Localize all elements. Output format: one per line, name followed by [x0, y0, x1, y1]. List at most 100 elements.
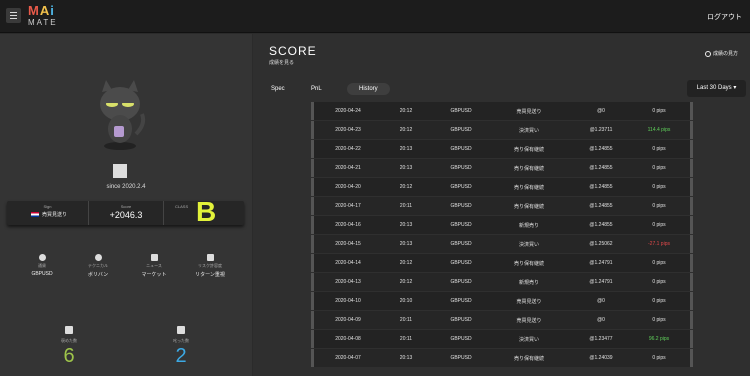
rate-cell: @1.24855	[589, 146, 613, 152]
pair-cell: GBPUSD	[450, 241, 472, 247]
help-link[interactable]: 成績の見方	[704, 50, 738, 57]
tag-currency: 通貨 GBPUSD	[12, 254, 72, 277]
rate-cell: @1.24791	[589, 279, 613, 285]
pips-cell: 0 pips	[652, 184, 666, 190]
logout-button[interactable]: ログアウト	[707, 12, 742, 22]
pair-cell: GBPUSD	[450, 260, 472, 266]
date-cell: 2020-04-24	[335, 108, 361, 114]
user-name-redacted	[113, 164, 127, 178]
table-row[interactable]: 2020-04-07 20:13 GBPUSD 売り保有継続 @1.24039 0 pip…	[311, 349, 693, 367]
table-row[interactable]: 2020-04-08 20:11 GBPUSD 決済買い @1.23477 96.2 pi…	[311, 330, 693, 348]
caret-down-icon: ▾	[733, 85, 737, 91]
table-row[interactable]: 2020-04-13 20:12 GBPUSD 新規売り @1.24791 0 pips	[311, 273, 693, 291]
time-cell: 20:12	[399, 108, 413, 114]
rate-cell: @1.25062	[589, 241, 613, 247]
tab-bar: Spec PnL History	[271, 83, 390, 95]
pair-cell: GBPUSD	[450, 203, 472, 209]
cat-avatar-icon	[100, 80, 146, 150]
app-root: MAi MATE ログアウト since 2020.2.4 Sign 売買見送り…	[0, 0, 750, 376]
tag-news: ニュース マーケット	[124, 254, 184, 278]
action-cell: 決済買い	[518, 337, 539, 343]
pair-cell: GBPUSD	[450, 279, 472, 285]
logo-main: MAi	[28, 3, 55, 18]
pips-cell: 0 pips	[652, 260, 666, 266]
rate-cell: @1.24855	[589, 203, 613, 209]
rate-cell: @1.23711	[589, 127, 613, 133]
action-cell: 売買見送り	[516, 318, 542, 324]
pair-cell: GBPUSD	[450, 298, 472, 304]
date-cell: 2020-04-16	[335, 222, 361, 228]
period-dropdown[interactable]: Last 30 Days ▾	[687, 80, 746, 97]
rate-cell: @1.23477	[589, 336, 613, 342]
action-cell: 売り保有継続	[513, 261, 544, 267]
pips-cell: 0 pips	[652, 317, 666, 323]
action-cell: 新規売り	[518, 280, 539, 286]
date-cell: 2020-04-22	[335, 146, 361, 152]
rate-cell: @0	[597, 317, 605, 323]
sign-label: Sign	[43, 204, 52, 209]
score-stat: Score +2046.3	[89, 201, 164, 225]
table-row[interactable]: 2020-04-17 20:11 GBPUSD 売り保有継続 @1.24855 0 pip…	[311, 197, 693, 215]
table-row[interactable]: 2020-04-22 20:13 GBPUSD 売り保有継続 @1.24855 0 pip…	[311, 140, 693, 158]
thumbs-up-icon	[65, 326, 73, 334]
action-cell: 売り保有継続	[513, 356, 544, 362]
rate-cell: @0	[597, 108, 605, 114]
history-table: 2020-04-24 20:12 GBPUSD 売買見送り @0 0 pips 2020-0…	[311, 102, 693, 368]
date-cell: 2020-04-20	[335, 184, 361, 190]
date-cell: 2020-04-13	[335, 279, 361, 285]
table-row[interactable]: 2020-04-20 20:12 GBPUSD 売り保有継続 @1.24855 0 pip…	[311, 178, 693, 196]
table-row[interactable]: 2020-04-21 20:13 GBPUSD 売り保有継続 @1.24855 0 pip…	[311, 159, 693, 177]
pips-cell: 0 pips	[652, 146, 666, 152]
table-row[interactable]: 2020-04-14 20:12 GBPUSD 売り保有継続 @1.24791 0 pip…	[311, 254, 693, 272]
time-cell: 20:12	[399, 184, 413, 190]
tab-history[interactable]: History	[347, 83, 390, 95]
rate-cell: @1.24855	[589, 222, 613, 228]
praise-counter[interactable]: 褒めた数 6	[49, 326, 89, 366]
table-row[interactable]: 2020-04-24 20:12 GBPUSD 売買見送り @0 0 pips	[311, 102, 693, 120]
action-cell: 新規売り	[518, 223, 539, 229]
action-cell: 売買見送り	[516, 109, 542, 115]
table-row[interactable]: 2020-04-09 20:11 GBPUSD 売買見送り @0 0 pips	[311, 311, 693, 329]
table-row[interactable]: 2020-04-23 20:12 GBPUSD 決済買い @1.23711 114.4 p…	[311, 121, 693, 139]
score-value: +2046.3	[109, 210, 143, 220]
time-cell: 20:11	[399, 317, 413, 323]
scold-count: 2	[175, 345, 187, 367]
pair-cell: GBPUSD	[450, 355, 472, 361]
time-cell: 20:13	[399, 146, 413, 152]
pips-cell: 0 pips	[652, 298, 666, 304]
score-label: Score	[120, 204, 132, 209]
table-row[interactable]: 2020-04-15 20:13 GBPUSD 決済買い @1.25062 -27.1 p…	[311, 235, 693, 253]
pips-cell: 114.4 pips	[647, 127, 671, 133]
hamburger-icon	[10, 12, 17, 13]
time-cell: 20:11	[399, 203, 413, 209]
rate-cell: @1.24791	[589, 260, 613, 266]
action-cell: 決済買い	[518, 242, 539, 248]
stats-card: Sign 売買見送り Score +2046.3 CLASS B	[7, 198, 244, 226]
pips-cell: 96.2 pips	[648, 336, 670, 342]
circle-icon	[38, 254, 46, 261]
tab-pnl[interactable]: PnL	[311, 83, 347, 95]
date-cell: 2020-04-09	[335, 317, 361, 323]
scold-counter[interactable]: 叱った数 2	[161, 326, 201, 366]
pair-cell: GBPUSD	[450, 127, 472, 133]
menu-button[interactable]	[6, 8, 21, 23]
tab-spec[interactable]: Spec	[271, 83, 311, 95]
chart-icon	[206, 254, 214, 261]
time-cell: 20:11	[399, 336, 413, 342]
logo[interactable]: MAi MATE	[28, 4, 68, 27]
action-cell: 売り保有継続	[513, 147, 544, 153]
table-row[interactable]: 2020-04-10 20:10 GBPUSD 売買見送り @0 0 pips	[311, 292, 693, 310]
tag-technical: テクニカル ボリバン	[68, 254, 128, 278]
thumbs-down-icon	[177, 326, 185, 334]
date-cell: 2020-04-21	[335, 165, 361, 171]
score-panel: SCORE 成績を見る 成績の見方 Spec PnL History Last …	[253, 34, 750, 376]
help-icon	[704, 50, 711, 57]
rate-cell: @0	[597, 298, 605, 304]
action-cell: 決済買い	[518, 128, 539, 134]
pair-cell: GBPUSD	[450, 317, 472, 323]
sign-stat: Sign 売買見送り	[7, 201, 89, 225]
table-row[interactable]: 2020-04-16 20:13 GBPUSD 新規売り @1.24855 0 pips	[311, 216, 693, 234]
rate-cell: @1.24855	[589, 184, 613, 190]
pips-cell: 0 pips	[652, 355, 666, 361]
pips-cell: 0 pips	[652, 108, 666, 114]
